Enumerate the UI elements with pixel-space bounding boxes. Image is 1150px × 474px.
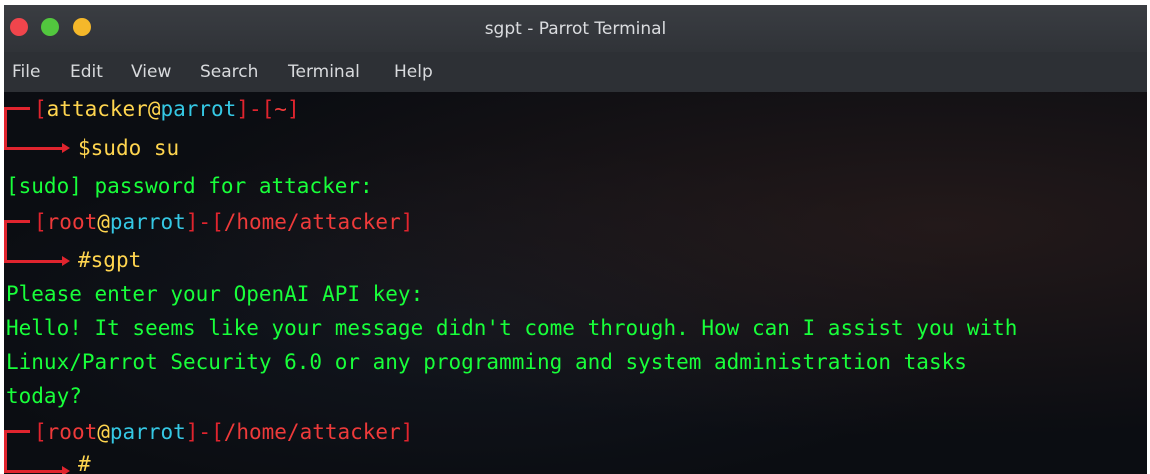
- command-line-1: $sudo su: [78, 136, 180, 160]
- menu-file[interactable]: File: [12, 62, 40, 82]
- terminal-window: sgpt - Parrot Terminal File Edit View Se…: [4, 5, 1147, 474]
- prompt-box-line: [4, 107, 7, 149]
- output-line-5: today?: [6, 384, 82, 408]
- output-line-2: Please enter your OpenAI API key:: [6, 282, 424, 306]
- terminal-output[interactable]: [attacker@parrot]-[~] $sudo su [sudo] pa…: [4, 92, 1147, 474]
- prompt-box-line: [4, 220, 7, 262]
- prompt-box-line: [4, 430, 30, 433]
- prompt-box-line: [4, 430, 7, 472]
- window-title: sgpt - Parrot Terminal: [484, 19, 667, 39]
- prompt-arrow-line: [4, 260, 62, 263]
- prompt-line-1: [attacker@parrot]-[~]: [34, 97, 300, 121]
- prompt-arrow-line: [4, 147, 62, 150]
- command-line-3[interactable]: #: [78, 447, 91, 474]
- menu-bar: File Edit View Search Terminal Help: [4, 52, 1147, 92]
- title-bar[interactable]: sgpt - Parrot Terminal: [4, 5, 1147, 52]
- command-line-2: #sgpt: [78, 248, 142, 272]
- menu-terminal[interactable]: Terminal: [288, 62, 360, 82]
- prompt-arrow-line: [4, 470, 62, 473]
- output-line-4: Linux/Parrot Security 6.0 or any program…: [6, 350, 967, 374]
- prompt-arrow-head: [62, 466, 70, 474]
- menu-edit[interactable]: Edit: [70, 62, 103, 82]
- output-line-3: Hello! It seems like your message didn't…: [6, 316, 1018, 340]
- menu-search[interactable]: Search: [200, 62, 258, 82]
- menu-view[interactable]: View: [131, 62, 171, 82]
- prompt-box-line: [4, 220, 30, 223]
- prompt-arrow-head: [62, 143, 70, 153]
- prompt-line-3: [root@parrot]-[/home/attacker]: [34, 420, 414, 444]
- output-line-1: [sudo] password for attacker:: [6, 174, 373, 198]
- prompt-box-line: [4, 107, 30, 110]
- menu-help[interactable]: Help: [394, 62, 433, 82]
- prompt-arrow-head: [62, 256, 70, 266]
- prompt-line-2: [root@parrot]-[/home/attacker]: [34, 210, 414, 234]
